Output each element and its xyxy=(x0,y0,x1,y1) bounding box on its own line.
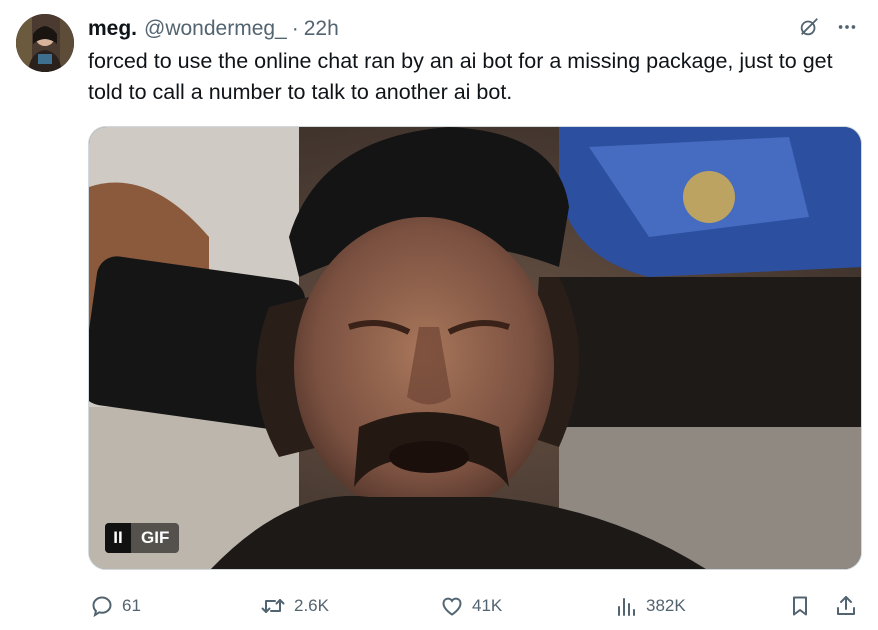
like-count: 41K xyxy=(472,596,503,615)
reply-count: 61 xyxy=(122,596,141,615)
gif-badge[interactable]: II GIF xyxy=(105,523,180,553)
bookmark-icon xyxy=(788,594,812,618)
tweet-actions: 61 2.6K 41K 382K xyxy=(88,588,862,624)
grok-icon[interactable] xyxy=(798,16,820,38)
share-button[interactable] xyxy=(834,588,858,624)
views-count: 382K xyxy=(646,596,686,615)
reply-button[interactable]: 61 xyxy=(90,588,141,624)
more-options-icon[interactable] xyxy=(836,16,858,38)
pause-icon[interactable]: II xyxy=(105,523,131,553)
repost-count: 2.6K xyxy=(294,596,329,615)
handle[interactable]: @wondermeg_ xyxy=(144,17,287,41)
reply-icon xyxy=(90,594,114,618)
timestamp[interactable]: 22h xyxy=(304,17,339,41)
avatar-image xyxy=(16,14,74,72)
heart-icon xyxy=(440,594,464,618)
repost-button[interactable]: 2.6K xyxy=(260,588,329,624)
repost-icon xyxy=(260,594,286,618)
header-icons xyxy=(798,16,858,38)
avatar[interactable] xyxy=(16,14,74,72)
gif-label: GIF xyxy=(141,528,170,547)
tweet-header: meg. @wondermeg_ · 22h xyxy=(88,14,862,44)
bookmark-button[interactable] xyxy=(788,588,812,624)
share-icon xyxy=(834,594,858,618)
separator-dot: · xyxy=(291,17,299,40)
analytics-icon xyxy=(614,594,638,618)
tweet-text: forced to use the online chat ran by an … xyxy=(88,49,833,104)
gif-media[interactable]: II GIF xyxy=(88,126,862,570)
views-button[interactable]: 382K xyxy=(614,588,686,624)
like-button[interactable]: 41K xyxy=(440,588,502,624)
display-name[interactable]: meg. xyxy=(88,17,137,41)
gif-frame-image xyxy=(89,127,861,569)
